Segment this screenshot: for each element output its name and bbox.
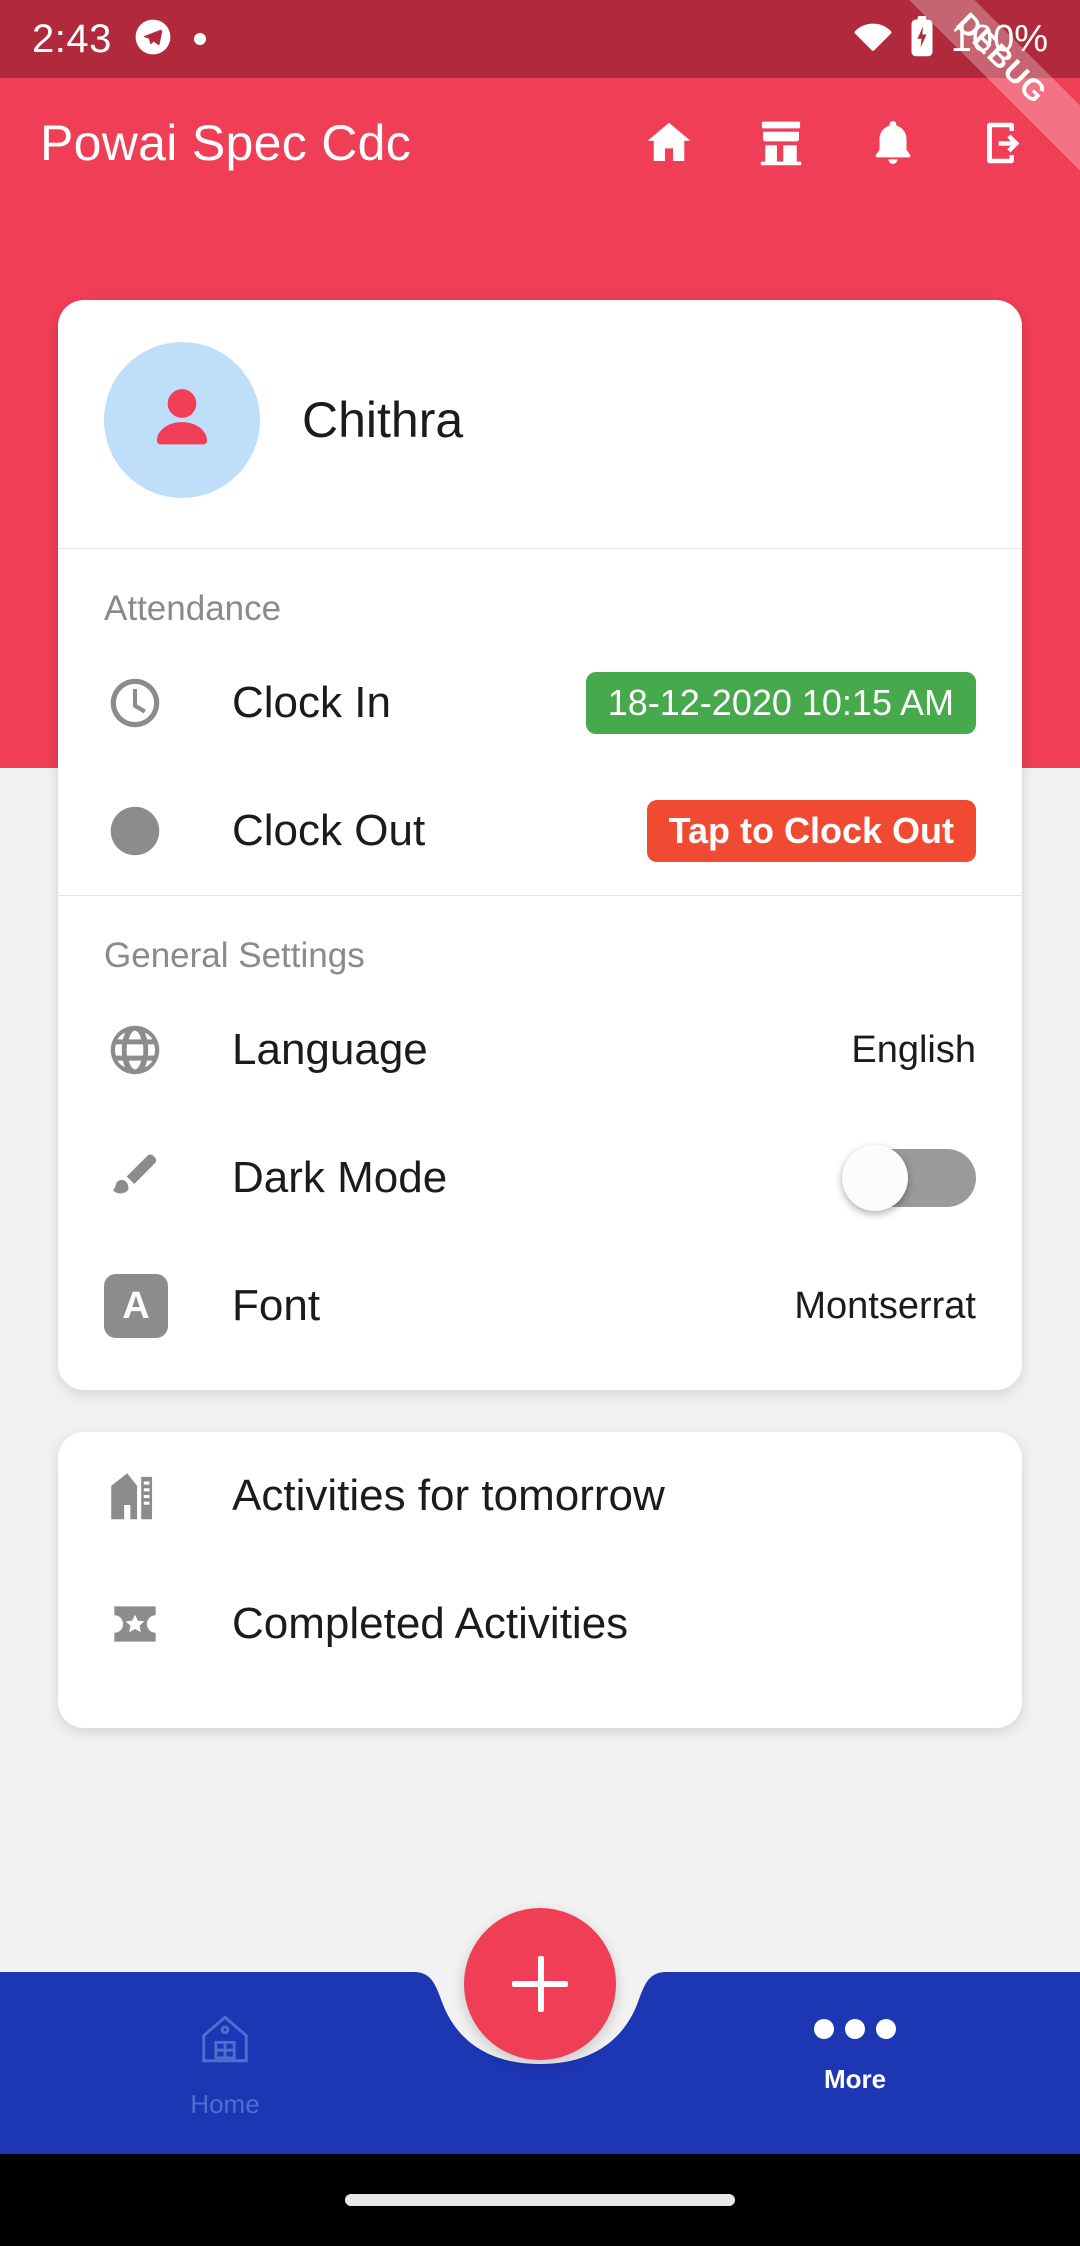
- settings-row-trailing[interactable]: Montserrat: [794, 1285, 976, 1328]
- profile-name: Chithra: [302, 392, 464, 448]
- activities-row-completed[interactable]: Completed Activities: [58, 1560, 1022, 1688]
- font-a-icon: A: [104, 1274, 184, 1338]
- clock-outline-icon: [104, 672, 184, 734]
- home-icon[interactable]: [642, 116, 696, 170]
- attendance-row-trailing[interactable]: 18-12-2020 10:15 AM: [585, 672, 976, 734]
- app-bar: Powai Spec Cdc: [0, 78, 1080, 208]
- settings-row-language[interactable]: Language English: [58, 986, 1022, 1114]
- settings-row-font[interactable]: A Font Montserrat: [58, 1242, 1022, 1370]
- language-value[interactable]: English: [851, 1029, 976, 1072]
- plus-icon: [512, 1956, 568, 2012]
- profile-header[interactable]: Chithra: [58, 300, 1022, 548]
- logout-icon[interactable]: [978, 116, 1032, 170]
- activities-card: Activities for tomorrow Completed Activi…: [58, 1432, 1022, 1728]
- attendance-row-label: Clock In: [232, 678, 391, 727]
- attendance-row-clock-in[interactable]: Clock In 18-12-2020 10:15 AM: [58, 639, 1022, 767]
- telegram-icon: [134, 18, 172, 61]
- buildings-icon: [104, 1465, 184, 1527]
- house-outline-icon: [196, 2010, 254, 2073]
- clock-filled-icon: [104, 800, 184, 862]
- avatar: [104, 342, 260, 498]
- profile-settings-card: Chithra Attendance Clock In 18-12-2020 1…: [58, 300, 1022, 1390]
- font-a-chip: A: [104, 1274, 168, 1338]
- general-settings-section-title: General Settings: [104, 936, 365, 975]
- settings-row-label: Dark Mode: [232, 1153, 448, 1202]
- attendance-row-label: Clock Out: [232, 806, 426, 855]
- attendance-row-clock-out[interactable]: Clock Out Tap to Clock Out: [58, 767, 1022, 895]
- settings-row-label: Font: [232, 1281, 321, 1330]
- dots-icon: [814, 2010, 896, 2048]
- bottom-nav-label-more: More: [823, 2064, 887, 2094]
- notification-dot-icon: [193, 33, 206, 45]
- status-bar-left: 2:43: [32, 17, 206, 62]
- activities-row-label: Activities for tomorrow: [232, 1471, 665, 1520]
- activities-row-tomorrow[interactable]: Activities for tomorrow: [58, 1432, 1022, 1560]
- ticket-star-icon: [104, 1593, 184, 1655]
- store-icon[interactable]: [754, 116, 808, 170]
- settings-row-trailing[interactable]: English: [851, 1029, 976, 1072]
- settings-row-dark-mode[interactable]: Dark Mode: [58, 1114, 1022, 1242]
- person-icon: [156, 389, 208, 445]
- battery-charging-icon: [907, 15, 937, 63]
- attendance-row-trailing[interactable]: Tap to Clock Out: [646, 800, 976, 862]
- battery-percentage: 100%: [950, 17, 1048, 60]
- clock-out-button[interactable]: Tap to Clock Out: [646, 800, 976, 862]
- clock-in-badge[interactable]: 18-12-2020 10:15 AM: [585, 672, 976, 734]
- app-bar-actions: [642, 116, 1040, 170]
- app-screen: 2:43 100% DEBUG Powai Spec Cdc Chithra A…: [0, 0, 1080, 2246]
- bottom-nav-item-home[interactable]: Home: [120, 2010, 330, 2120]
- attendance-section-title: Attendance: [104, 589, 282, 628]
- dark-mode-toggle[interactable]: [842, 1145, 976, 1211]
- bell-icon[interactable]: [866, 116, 920, 170]
- wifi-icon: [853, 17, 893, 62]
- add-fab-button[interactable]: [464, 1908, 616, 2060]
- bottom-nav-label-home: Home: [190, 2089, 260, 2119]
- status-bar: 2:43 100%: [0, 0, 1080, 78]
- app-bar-title: Powai Spec Cdc: [40, 115, 412, 171]
- settings-row-trailing[interactable]: [842, 1145, 976, 1211]
- paintbrush-icon: [104, 1147, 184, 1209]
- status-bar-clock: 2:43: [32, 16, 112, 61]
- settings-row-label: Language: [232, 1025, 428, 1074]
- dark-mode-toggle-knob: [842, 1145, 908, 1211]
- font-value[interactable]: Montserrat: [794, 1285, 976, 1328]
- activities-row-label: Completed Activities: [232, 1599, 629, 1648]
- status-bar-right: 100%: [853, 15, 1048, 63]
- bottom-nav-item-more[interactable]: More: [750, 2010, 960, 2095]
- globe-icon: [104, 1019, 184, 1081]
